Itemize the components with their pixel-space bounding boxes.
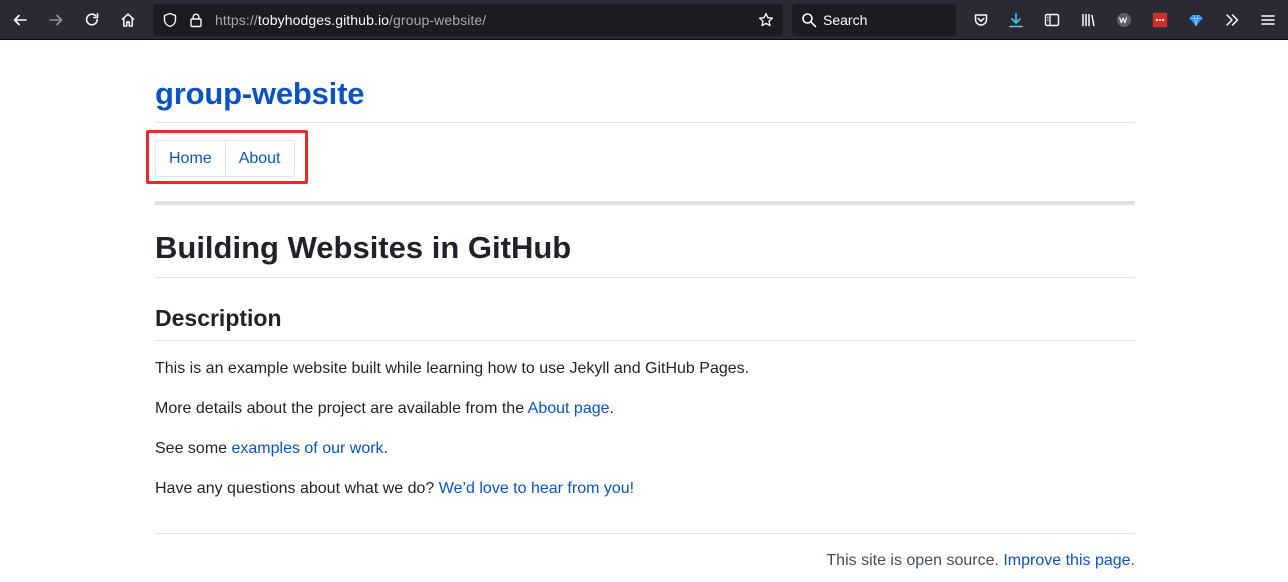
nav-divider — [155, 201, 1135, 205]
wv-extension-icon[interactable] — [1110, 6, 1138, 34]
back-icon[interactable] — [6, 6, 34, 34]
gem-extension-icon[interactable] — [1182, 6, 1210, 34]
paragraph-intro: This is an example website built while l… — [155, 360, 750, 377]
page-heading: Building Websites in GitHub — [155, 230, 572, 265]
improve-page-link[interactable]: Improve this page — [1003, 552, 1130, 569]
lock-icon[interactable] — [188, 12, 204, 28]
heading-divider — [155, 277, 1135, 278]
overflow-icon[interactable] — [1218, 6, 1246, 34]
contact-link[interactable]: We’d love to hear from you! — [439, 480, 634, 497]
paragraph-examples-text: See some — [155, 440, 232, 457]
shield-icon[interactable] — [162, 12, 178, 28]
url-scheme: https:// — [215, 12, 258, 28]
paragraph-about-end: . — [609, 400, 614, 417]
library-icon[interactable] — [1074, 6, 1102, 34]
paragraph-about: More details about the project are avail… — [155, 400, 614, 418]
download-icon[interactable] — [1002, 6, 1030, 34]
forward-icon[interactable] — [42, 6, 70, 34]
paragraph-examples: See some examples of our work. — [155, 440, 388, 458]
footer-text: This site is open source. — [826, 552, 1004, 569]
url-path: /group-website/ — [389, 12, 487, 28]
pocket-icon[interactable] — [967, 6, 995, 34]
paragraph-examples-end: . — [383, 440, 388, 457]
site-title-link[interactable]: group-website — [155, 76, 364, 112]
section-divider — [155, 340, 1135, 341]
home-icon[interactable] — [114, 6, 142, 34]
nav-about-link[interactable]: About — [224, 141, 294, 176]
paragraph-about-text: More details about the project are avail… — [155, 400, 528, 417]
section-heading: Description — [155, 305, 282, 331]
examples-link[interactable]: examples of our work — [231, 440, 383, 457]
paragraph-contact-text: Have any questions about what we do? — [155, 480, 439, 497]
search-placeholder: Search — [823, 12, 868, 28]
footer-end: . — [1130, 552, 1135, 569]
url-host: tobyhodges.github.io — [257, 12, 390, 28]
nav-home-link[interactable]: Home — [156, 141, 225, 176]
search-bar[interactable]: Search — [792, 4, 956, 36]
red-extension-icon[interactable] — [1146, 6, 1174, 34]
footer: This site is open source. Improve this p… — [826, 552, 1135, 570]
footer-divider — [155, 533, 1135, 534]
browser-toolbar: https://tobyhodges.github.io/group-websi… — [0, 0, 1288, 40]
url-bar[interactable]: https://tobyhodges.github.io/group-websi… — [153, 4, 783, 36]
reload-icon[interactable] — [78, 6, 106, 34]
search-icon — [802, 13, 817, 28]
paragraph-contact: Have any questions about what we do? We’… — [155, 480, 634, 498]
reader-view-icon[interactable] — [1038, 6, 1066, 34]
star-icon[interactable] — [758, 12, 774, 28]
header-divider — [155, 122, 1135, 123]
menu-icon[interactable] — [1254, 6, 1282, 34]
about-page-link[interactable]: About page — [528, 400, 610, 417]
site-nav: Home About — [155, 140, 295, 177]
url-text[interactable]: https://tobyhodges.github.io/group-websi… — [215, 12, 486, 28]
